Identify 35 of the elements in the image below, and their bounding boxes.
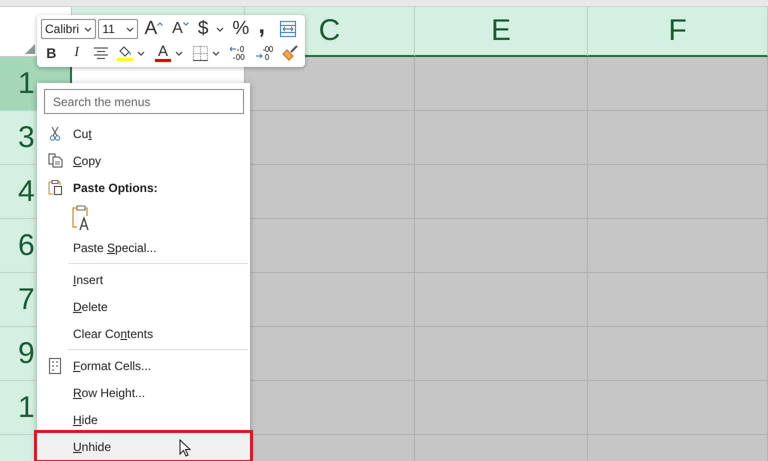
paintbrush-icon [282, 45, 299, 61]
font-dropdown[interactable]: Calibri [41, 19, 96, 39]
column-header[interactable]: E [415, 7, 588, 57]
search-field[interactable]: Search the menus [44, 89, 244, 114]
format-button[interactable]: $ [196, 18, 210, 40]
caret-icon [182, 22, 189, 26]
scissors-icon [49, 126, 61, 141]
clipboard-letter-icon [72, 204, 90, 230]
caret-icon [84, 26, 92, 32]
caret-icon [126, 26, 134, 32]
list-form-icon [49, 358, 61, 374]
caret-icon [137, 50, 145, 56]
align-center-icon [94, 47, 108, 59]
font-color-button[interactable]: A [153, 42, 173, 64]
section-heading: Paste Options: [73, 180, 158, 194]
caret-icon [216, 26, 224, 32]
caret-icon [212, 50, 220, 56]
comma-style-button[interactable]: , [256, 18, 267, 40]
keep-text-only-button[interactable] [72, 204, 90, 230]
clipboard-icon [48, 180, 62, 195]
decrease-decimal-icon [230, 45, 247, 61]
corner-triangle-icon [25, 44, 35, 54]
increase-font-button[interactable]: A [142, 18, 166, 40]
decrease-font-button[interactable]: A [170, 18, 191, 40]
column-header[interactable]: F [588, 7, 768, 57]
font-size-dropdown[interactable]: 11 [98, 19, 138, 39]
merge-center-button[interactable] [278, 18, 298, 40]
mouse-pointer-icon [179, 439, 191, 457]
menu-item[interactable]: Unhide [37, 433, 250, 460]
increase-decimal-icon [256, 45, 273, 61]
copy-icon [48, 153, 62, 168]
caret-icon [157, 22, 164, 26]
borders-icon [193, 46, 208, 60]
merge-cells-icon [280, 21, 296, 37]
caret-icon [175, 50, 183, 56]
